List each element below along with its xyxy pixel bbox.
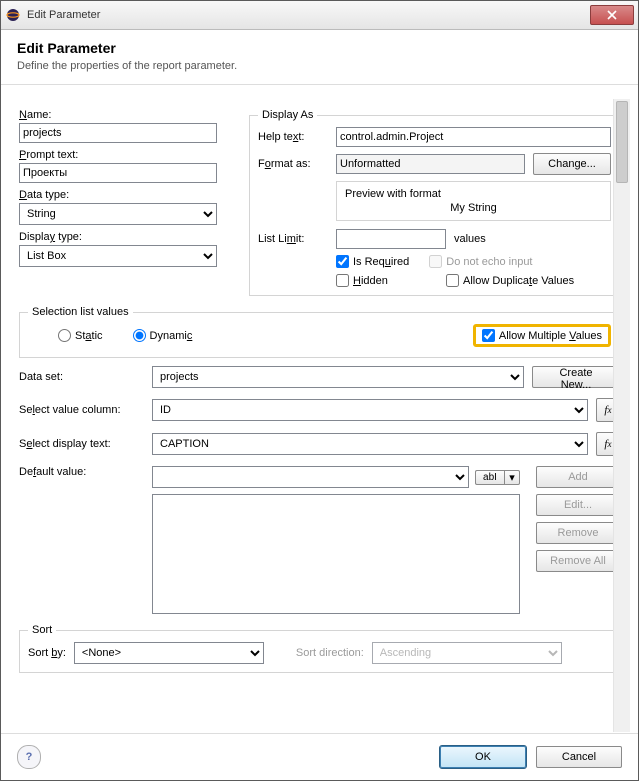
dialog-footer: ? OK Cancel bbox=[1, 733, 638, 780]
edit-button: Edit... bbox=[536, 494, 620, 516]
dialog-header: Edit Parameter Define the properties of … bbox=[1, 30, 638, 85]
change-button[interactable]: Change... bbox=[533, 153, 611, 175]
sort-by-label: Sort by: bbox=[28, 647, 66, 659]
remove-button: Remove bbox=[536, 522, 620, 544]
dynamic-radio[interactable]: Dynamic bbox=[133, 329, 193, 342]
abl-split-button[interactable]: abI ▾ bbox=[475, 470, 520, 485]
preview-box: Preview with format My String bbox=[336, 181, 611, 221]
list-limit-input[interactable] bbox=[336, 229, 446, 249]
vertical-scrollbar[interactable] bbox=[613, 99, 630, 732]
dialog-content: Name: Prompt text: Data type: String Dis… bbox=[9, 99, 630, 732]
default-value-label: Default value: bbox=[19, 466, 144, 478]
left-column: Name: Prompt text: Data type: String Dis… bbox=[19, 109, 229, 273]
page-title: Edit Parameter bbox=[17, 40, 622, 56]
create-new-button[interactable]: Create New... bbox=[532, 366, 620, 388]
format-as-label: Format as: bbox=[258, 158, 328, 170]
display-type-select[interactable]: List Box bbox=[19, 245, 217, 267]
close-button[interactable] bbox=[590, 5, 634, 25]
sort-direction-label: Sort direction: bbox=[296, 647, 364, 659]
static-radio[interactable]: Static bbox=[58, 329, 103, 342]
sort-direction-select: Ascending bbox=[372, 642, 562, 664]
preview-value: My String bbox=[345, 202, 602, 214]
sort-group: Sort Sort by: <None> Sort direction: Asc… bbox=[19, 624, 620, 673]
scrollbar-thumb[interactable] bbox=[616, 101, 628, 183]
allow-multiple-highlight: Allow Multiple Values bbox=[473, 324, 611, 347]
dialog-window: Edit Parameter Edit Parameter Define the… bbox=[0, 0, 639, 781]
data-type-label: Data type: bbox=[19, 189, 69, 201]
chevron-down-icon[interactable]: ▾ bbox=[504, 470, 520, 485]
is-required-checkbox[interactable]: Is Required bbox=[336, 255, 409, 268]
display-type-label: Display type: bbox=[19, 231, 82, 243]
remove-all-button: Remove All bbox=[536, 550, 620, 572]
selection-list-group: Selection list values Static Dynamic All… bbox=[19, 306, 620, 358]
data-set-select[interactable]: projects bbox=[152, 366, 524, 388]
sort-legend: Sort bbox=[28, 624, 56, 636]
display-as-legend: Display As bbox=[258, 109, 317, 121]
page-subtitle: Define the properties of the report para… bbox=[17, 60, 622, 72]
ok-button[interactable]: OK bbox=[440, 746, 526, 768]
hidden-checkbox[interactable]: Hidden bbox=[336, 274, 426, 287]
right-column: Display As Help text: Format as: Change.… bbox=[249, 109, 620, 296]
abl-icon[interactable]: abI bbox=[475, 470, 504, 485]
titlebar: Edit Parameter bbox=[1, 1, 638, 30]
preview-label: Preview with format bbox=[345, 188, 602, 200]
help-icon[interactable]: ? bbox=[17, 745, 41, 769]
allow-multiple-checkbox[interactable]: Allow Multiple Values bbox=[482, 329, 602, 342]
display-text-label: Select display text: bbox=[19, 438, 144, 450]
default-value-list[interactable] bbox=[152, 494, 520, 614]
display-text-select[interactable]: CAPTION bbox=[152, 433, 588, 455]
cancel-button[interactable]: Cancel bbox=[536, 746, 622, 768]
selection-list-legend: Selection list values bbox=[28, 306, 133, 318]
name-input[interactable] bbox=[19, 123, 217, 143]
prompt-text-input[interactable] bbox=[19, 163, 217, 183]
data-set-label: Data set: bbox=[19, 371, 144, 383]
help-text-input[interactable] bbox=[336, 127, 611, 147]
prompt-label: Prompt text: bbox=[19, 149, 78, 161]
data-type-select[interactable]: String bbox=[19, 203, 217, 225]
default-value-select[interactable] bbox=[152, 466, 469, 488]
do-not-echo-checkbox: Do not echo input bbox=[429, 255, 532, 268]
name-label: Name: bbox=[19, 109, 51, 121]
display-as-group: Display As Help text: Format as: Change.… bbox=[249, 109, 620, 296]
help-text-label: Help text: bbox=[258, 131, 328, 143]
value-column-select[interactable]: ID bbox=[152, 399, 588, 421]
sort-by-select[interactable]: <None> bbox=[74, 642, 264, 664]
format-as-field bbox=[336, 154, 525, 174]
value-column-label: Select value column: bbox=[19, 404, 144, 416]
add-button: Add bbox=[536, 466, 620, 488]
eclipse-icon bbox=[5, 7, 21, 23]
window-title: Edit Parameter bbox=[27, 9, 590, 21]
allow-duplicate-checkbox[interactable]: Allow Duplicate Values bbox=[446, 274, 574, 287]
list-limit-suffix: values bbox=[454, 233, 486, 245]
list-limit-label: List Limit: bbox=[258, 233, 328, 245]
